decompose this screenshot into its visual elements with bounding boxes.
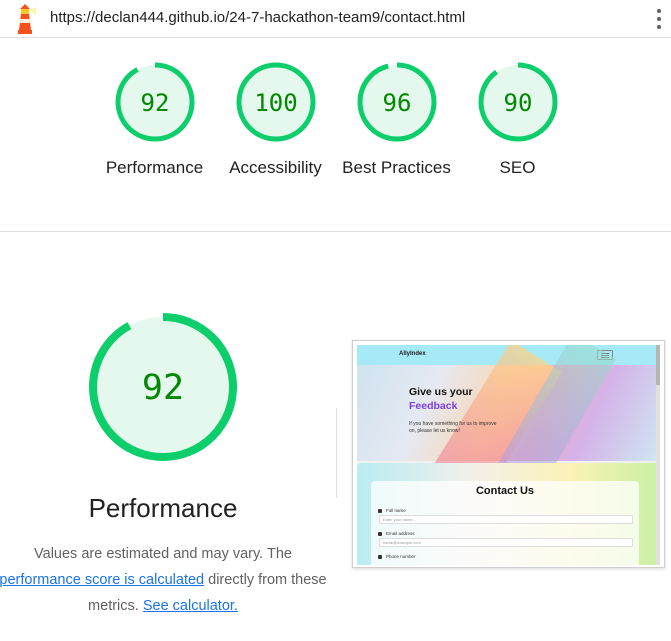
gauge-label: SEO [499, 158, 536, 177]
gauge-best-practices[interactable]: 96 Best Practices [336, 60, 457, 180]
name-field: Enter your name... [379, 515, 633, 524]
scrollbar-thumb [656, 345, 660, 385]
score-gauge: 92 [115, 62, 194, 142]
score-calculated-link[interactable]: performance score is calculated [0, 572, 204, 588]
score-gauge: 96 [357, 62, 436, 142]
gauge-label: Accessibility [229, 158, 322, 177]
category-description: Values are estimated and may vary. The p… [0, 541, 334, 619]
email-field: name@example.com [379, 538, 633, 547]
see-calculator-link[interactable]: See calculator. [143, 598, 238, 614]
gauge-performance[interactable]: 92 Performance [94, 60, 215, 180]
bicycle-icon [378, 509, 382, 513]
gauge-accessibility[interactable]: 100 Accessibility [215, 60, 336, 180]
hero-heading: Give us your [409, 386, 473, 398]
performance-score: 92 [142, 368, 184, 408]
final-screenshot[interactable]: AllyIndex Give us your Feedback If you h… [352, 340, 665, 568]
contact-section: Contact Us Full name Enter your name... … [357, 463, 660, 565]
screenshot-viewport: AllyIndex Give us your Feedback If you h… [357, 345, 660, 565]
site-brand: AllyIndex [399, 351, 426, 357]
gauge-score: 92 [140, 89, 169, 117]
section-divider [0, 231, 671, 232]
email-icon [378, 532, 382, 536]
score-gauge: 90 [478, 62, 557, 142]
hero-text: If you have something for us to improve … [409, 421, 497, 434]
gauge-label: Best Practices [342, 158, 451, 177]
contact-card: Contact Us Full name Enter your name... … [371, 481, 639, 565]
site-hero: Give us your Feedback If you have someth… [357, 345, 660, 507]
gauge-seo[interactable]: 90 SEO [457, 60, 578, 180]
lighthouse-icon [18, 4, 36, 34]
gauge-score: 90 [503, 89, 532, 117]
score-summary: 92 Performance 100 Accessibility 96 Best Prac… [94, 60, 578, 180]
report-header: https://declan444.github.io/24-7-hackath… [0, 0, 671, 38]
score-gauge: 100 [236, 62, 315, 142]
hero-heading-accent: Feedback [409, 400, 458, 412]
phone-icon [378, 555, 382, 559]
report-url[interactable]: https://declan444.github.io/24-7-hackath… [50, 9, 465, 26]
field-label: Phone number [386, 554, 416, 559]
gauge-score: 96 [382, 89, 411, 117]
description-text-1: Values are estimated and may vary. The [34, 546, 292, 562]
gauge-score: 100 [254, 89, 297, 117]
gauge-label: Performance [105, 158, 204, 177]
field-label: Email address [386, 531, 415, 536]
vertical-divider [336, 408, 337, 498]
category-title: Performance [88, 493, 238, 523]
contact-title: Contact Us [475, 485, 535, 497]
more-vert-icon[interactable] [653, 6, 665, 32]
performance-gauge: 92 [89, 313, 237, 461]
field-label: Full name [386, 508, 406, 513]
